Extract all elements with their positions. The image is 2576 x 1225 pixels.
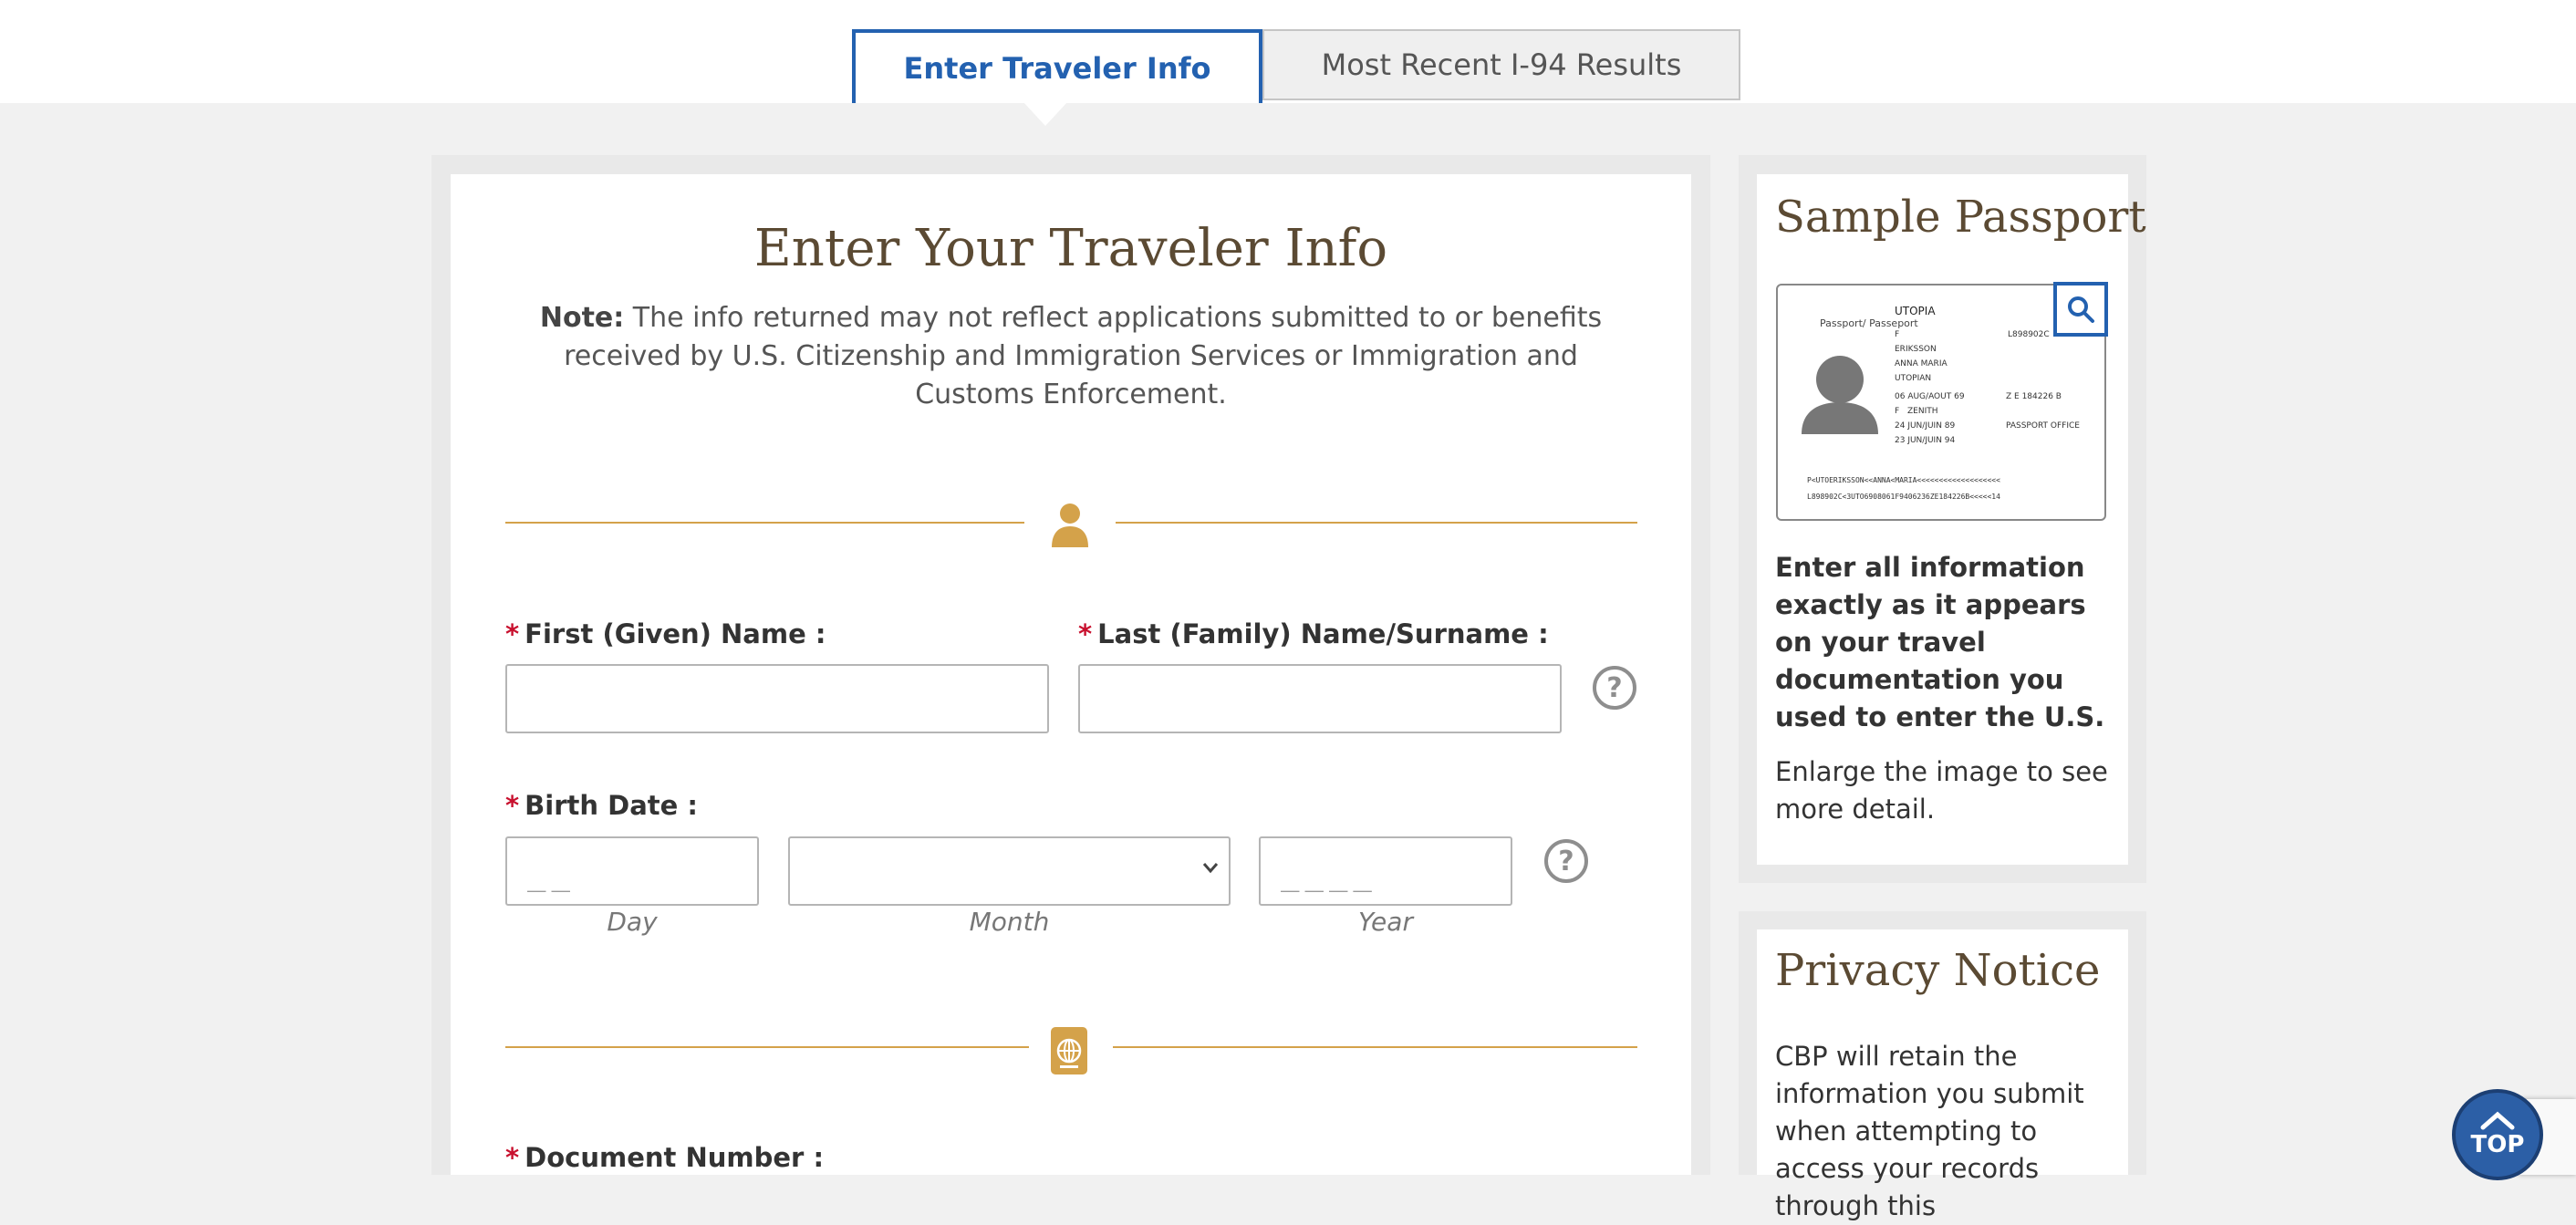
required-marker: * bbox=[505, 790, 520, 821]
passport-icon bbox=[1047, 1025, 1096, 1074]
document-number-label-text: Document Number : bbox=[525, 1142, 825, 1173]
day-placeholder: __ bbox=[527, 856, 576, 893]
passport-sex-top: F bbox=[1895, 330, 1899, 339]
enlarge-passport-button[interactable] bbox=[2053, 282, 2108, 337]
sample-passport-enlarge-hint: Enlarge the image to see more detail. bbox=[1775, 756, 2108, 825]
passport-birthplace: ZENITH bbox=[1907, 407, 1938, 416]
back-to-top-button[interactable]: TOP bbox=[2452, 1089, 2543, 1180]
privacy-notice-title: Privacy Notice bbox=[1775, 945, 2101, 996]
name-help-icon[interactable]: ? bbox=[1593, 666, 1636, 710]
last-name-label-text: Last (Family) Name/Surname : bbox=[1097, 618, 1549, 649]
passport-header: Passport/ Passeport bbox=[1820, 317, 1918, 329]
passport-country: UTOPIA bbox=[1895, 305, 1936, 317]
document-number-label: * Document Number : bbox=[505, 1142, 824, 1173]
section-divider-left bbox=[505, 522, 1024, 524]
top-button-label: TOP bbox=[2470, 1131, 2525, 1158]
passport-dob: 06 AUG/AOUT 69 bbox=[1895, 392, 1965, 401]
sample-passport-instructions: Enter all information exactly as it appe… bbox=[1775, 552, 2105, 732]
birth-date-label: * Birth Date : bbox=[505, 790, 698, 821]
required-marker: * bbox=[505, 618, 520, 649]
year-caption: Year bbox=[1358, 907, 1413, 937]
note-label: Note: bbox=[539, 302, 625, 334]
help-glyph: ? bbox=[1606, 671, 1623, 704]
privacy-notice-text: CBP will retain the information you subm… bbox=[1775, 1041, 2084, 1221]
sample-passport-title: Sample Passport bbox=[1775, 192, 2146, 243]
required-marker: * bbox=[1078, 618, 1093, 649]
first-name-label: * First (Given) Name : bbox=[505, 618, 826, 649]
birth-date-help-icon[interactable]: ? bbox=[1544, 839, 1588, 883]
year-placeholder: ____ bbox=[1281, 856, 1377, 893]
passport-nationality: UTOPIAN bbox=[1895, 374, 1931, 383]
month-caption: Month bbox=[969, 907, 1050, 937]
day-caption: Day bbox=[607, 907, 658, 937]
page-title: Enter Your Traveler Info bbox=[753, 219, 1388, 278]
section-divider-left bbox=[505, 1046, 1029, 1048]
passport-authority: PASSPORT OFFICE bbox=[2006, 421, 2080, 431]
chevron-up-icon bbox=[2480, 1111, 2515, 1130]
passport-photo-head bbox=[1816, 356, 1864, 403]
last-name-label: * Last (Family) Name/Surname : bbox=[1078, 618, 1549, 649]
first-name-input[interactable] bbox=[505, 664, 1049, 733]
section-divider-right bbox=[1113, 1046, 1637, 1048]
chevron-down-icon bbox=[1202, 863, 1219, 874]
passport-surname: ERIKSSON bbox=[1895, 345, 1937, 354]
required-marker: * bbox=[505, 1142, 520, 1173]
birth-month-select[interactable] bbox=[788, 836, 1231, 906]
tab-enter-traveler-info[interactable]: Enter Traveler Info bbox=[852, 29, 1262, 103]
last-name-input[interactable] bbox=[1078, 664, 1562, 733]
passport-mrz-line-1: P<UTOERIKSSON<<ANNA<MARIA<<<<<<<<<<<<<<<… bbox=[1807, 476, 2000, 484]
passport-personal-no: Z E 184226 B bbox=[2006, 392, 2062, 401]
passport-photo-body bbox=[1802, 402, 1878, 434]
search-icon bbox=[2068, 296, 2094, 323]
passport-number: L898902C bbox=[2008, 330, 2050, 339]
note-body: The info returned may not reflect applic… bbox=[564, 302, 1603, 410]
active-tab-pointer bbox=[1023, 102, 1067, 126]
tab-most-recent-i94-results[interactable]: Most Recent I-94 Results bbox=[1262, 29, 1740, 100]
help-glyph: ? bbox=[1558, 845, 1574, 877]
person-icon bbox=[1045, 500, 1095, 549]
passport-expiry: 23 JUN/JUIN 94 bbox=[1895, 436, 1956, 445]
birth-year-input[interactable]: ____ bbox=[1259, 836, 1512, 906]
first-name-label-text: First (Given) Name : bbox=[525, 618, 826, 649]
passport-issue: 24 JUN/JUIN 89 bbox=[1895, 421, 1956, 431]
note-text: Note: The info returned may not reflect … bbox=[511, 299, 1631, 414]
passport-sex: F bbox=[1895, 407, 1899, 416]
birth-day-input[interactable]: __ bbox=[505, 836, 759, 906]
passport-given: ANNA MARIA bbox=[1895, 359, 1948, 369]
section-divider-right bbox=[1116, 522, 1637, 524]
passport-mrz-line-2: L898902C<3UTO6908061F9406236ZE184226B<<<… bbox=[1807, 493, 2000, 501]
birth-date-label-text: Birth Date : bbox=[525, 790, 698, 821]
